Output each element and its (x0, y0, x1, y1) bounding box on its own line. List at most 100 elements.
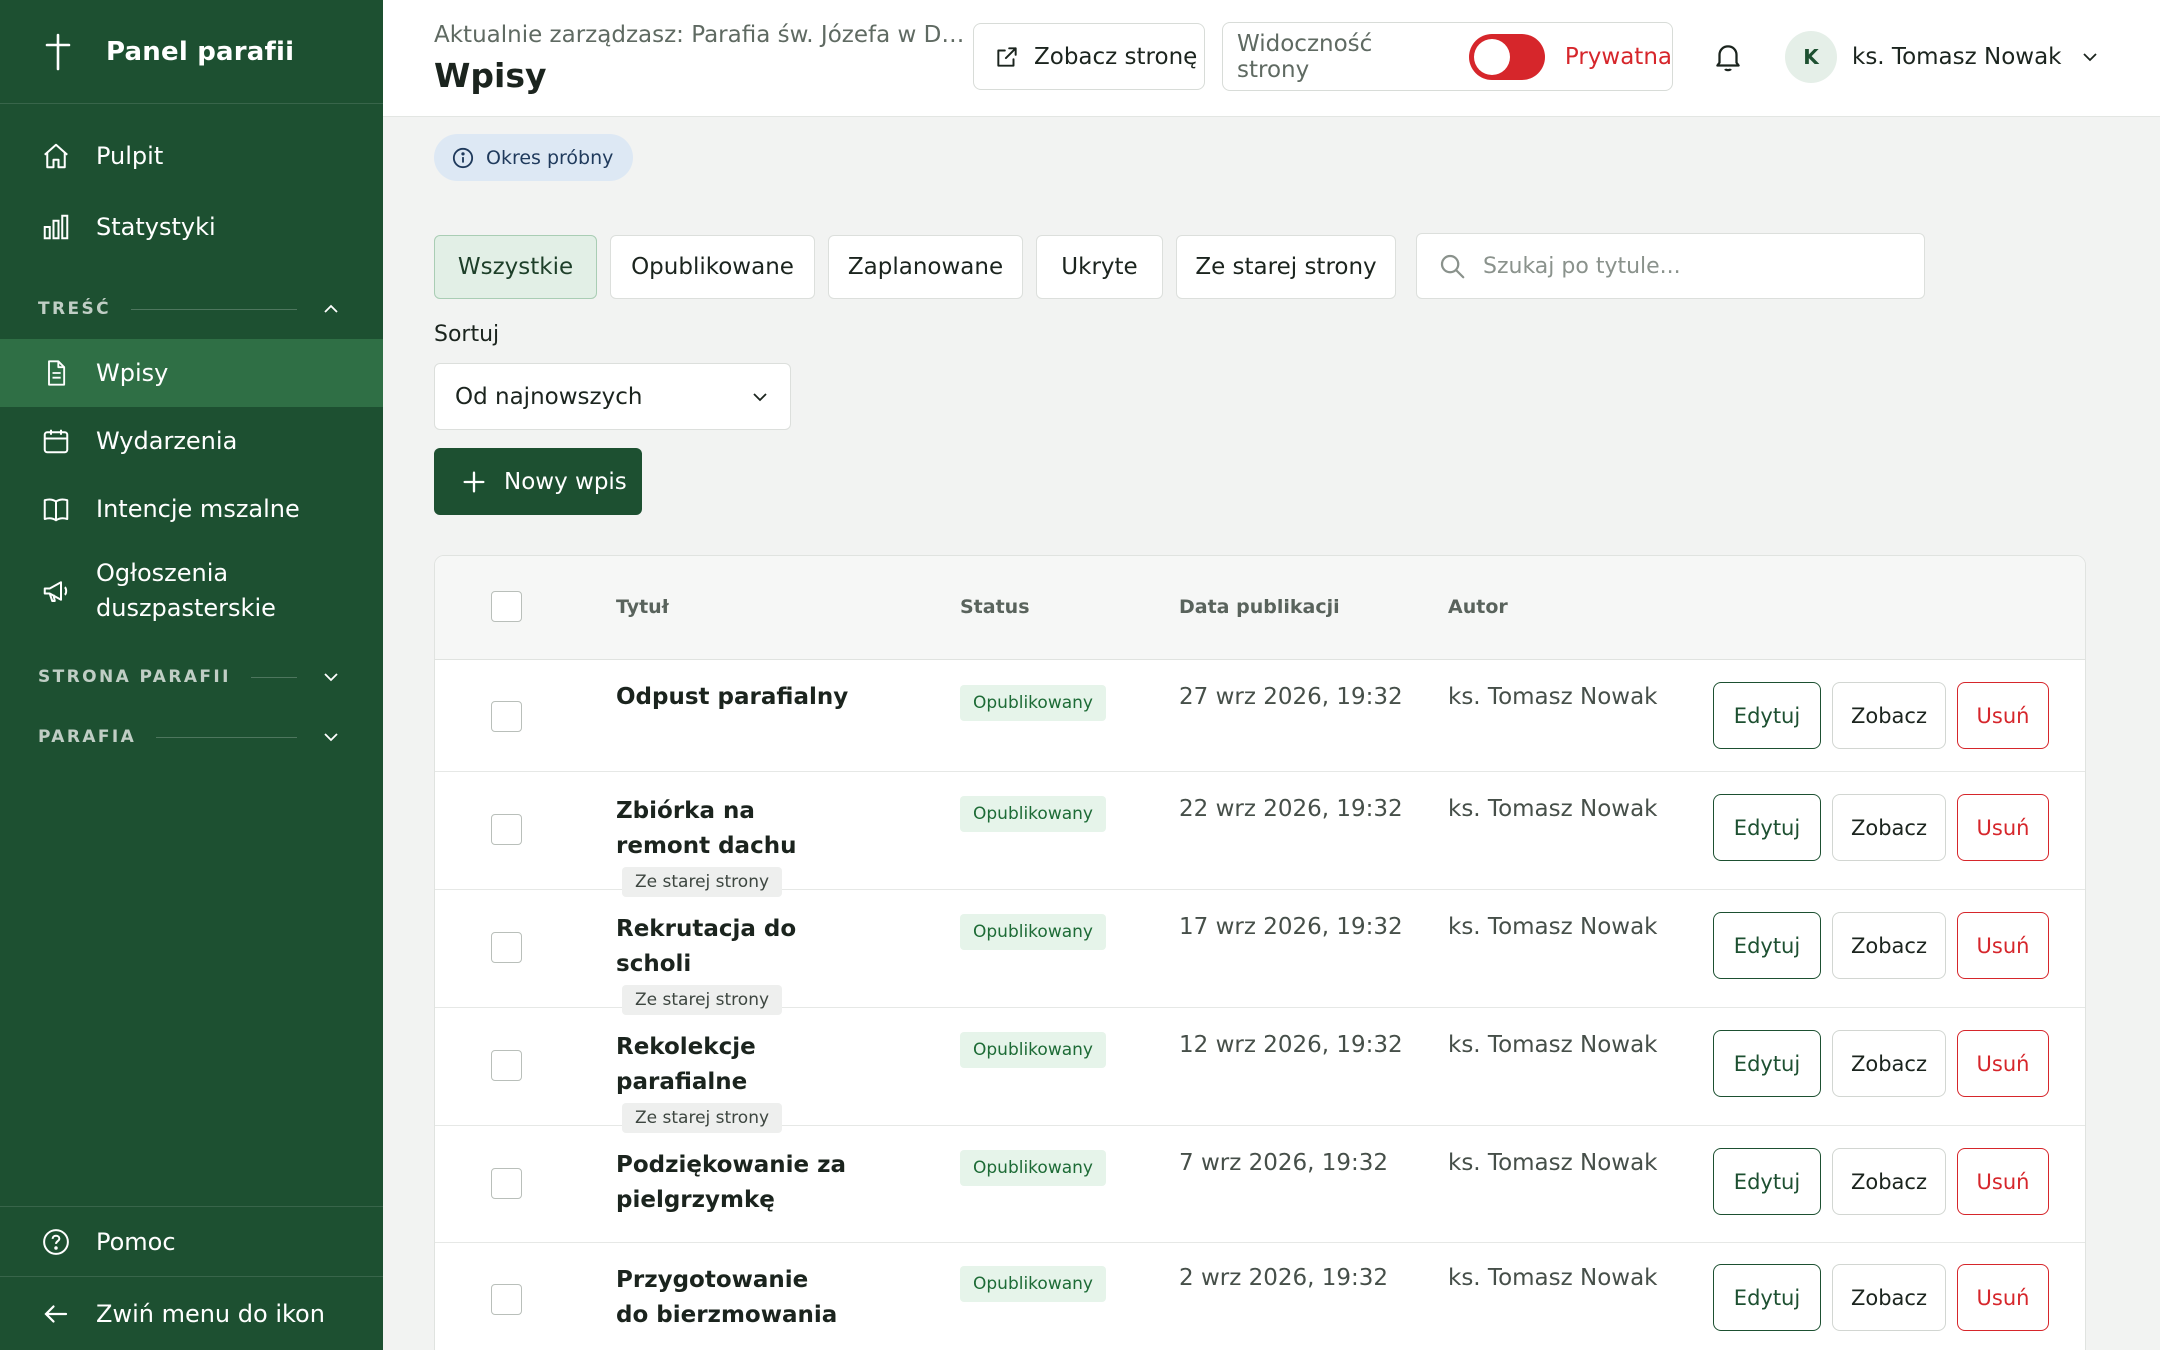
brand-title: Panel parafii (106, 36, 295, 67)
view-button[interactable]: Zobacz (1832, 682, 1946, 749)
divider (131, 308, 297, 310)
search-box (1416, 233, 1925, 299)
column-date[interactable]: Data publikacji (1179, 596, 1340, 618)
post-title[interactable]: Zbiórka na remont dachuZe starej strony (616, 794, 856, 899)
bell-icon[interactable] (1708, 37, 1748, 77)
publish-date: 22 wrz 2026, 19:32 (1179, 796, 1403, 822)
view-button[interactable]: Zobacz (1832, 794, 1946, 861)
post-author: ks. Tomasz Nowak (1448, 914, 1658, 940)
section-parish[interactable]: PARAFIA (0, 707, 383, 767)
delete-button[interactable]: Usuń (1957, 682, 2049, 749)
sidebar-item-label: Intencje mszalne (96, 495, 300, 523)
sidebar-item-label: Wydarzenia (96, 427, 238, 455)
avatar: K (1785, 31, 1837, 83)
view-button[interactable]: Zobacz (1832, 1148, 1946, 1215)
post-author: ks. Tomasz Nowak (1448, 1265, 1658, 1291)
sidebar-item-events[interactable]: Wydarzenia (0, 407, 383, 475)
edit-button[interactable]: Edytuj (1713, 1030, 1821, 1097)
sidebar-item-stats[interactable]: Statystyki (0, 193, 383, 261)
row-checkbox[interactable] (491, 814, 522, 845)
delete-button[interactable]: Usuń (1957, 794, 2049, 861)
post-author: ks. Tomasz Nowak (1448, 1150, 1658, 1176)
collapse-menu-button[interactable]: Zwiń menu do ikon (0, 1276, 383, 1350)
table-row: Odpust parafialny Opublikowany 27 wrz 20… (435, 660, 2085, 772)
visibility-toggle[interactable] (1469, 33, 1545, 80)
edit-button[interactable]: Edytuj (1713, 1264, 1821, 1331)
row-checkbox[interactable] (491, 701, 522, 732)
help-circle-icon (40, 1226, 72, 1258)
posts-table: Tytuł Status Data publikacji Autor Odpus… (434, 555, 2086, 1350)
user-menu[interactable]: K ks. Tomasz Nowak (1785, 30, 2100, 84)
filter-hidden[interactable]: Ukryte (1036, 235, 1163, 299)
search-input[interactable] (1483, 253, 1903, 279)
info-icon (452, 147, 474, 169)
delete-button[interactable]: Usuń (1957, 912, 2049, 979)
breadcrumb: Aktualnie zarządzasz: Parafia św. Józefa… (434, 22, 974, 48)
row-checkbox[interactable] (491, 932, 522, 963)
post-title-text: Rekolekcje parafialne (616, 1034, 756, 1095)
view-button[interactable]: Zobacz (1832, 912, 1946, 979)
status-badge: Opublikowany (960, 796, 1106, 832)
sidebar-item-intentions[interactable]: Intencje mszalne (0, 475, 383, 543)
status-badge: Opublikowany (960, 1150, 1106, 1186)
divider (250, 676, 297, 678)
post-title[interactable]: Rekrutacja do scholi Ze starej strony (616, 912, 876, 1017)
filter-published[interactable]: Opublikowane (610, 235, 815, 299)
post-title[interactable]: Odpust parafialny (616, 680, 876, 715)
help-link[interactable]: Pomoc (0, 1206, 383, 1276)
status-badge: Opublikowany (960, 1266, 1106, 1302)
select-all-checkbox[interactable] (491, 591, 522, 622)
publish-date: 17 wrz 2026, 19:32 (1179, 914, 1403, 940)
view-button[interactable]: Zobacz (1832, 1030, 1946, 1097)
status-badge: Opublikowany (960, 1032, 1106, 1068)
post-title[interactable]: Przygotowanie do bierzmowania (616, 1263, 846, 1333)
post-author: ks. Tomasz Nowak (1448, 796, 1658, 822)
row-checkbox[interactable] (491, 1168, 522, 1199)
section-label: STRONA PARAFII (38, 667, 231, 687)
new-post-button[interactable]: Nowy wpis (434, 448, 642, 515)
row-checkbox[interactable] (491, 1284, 522, 1315)
sidebar-item-posts[interactable]: Wpisy (0, 339, 383, 407)
collapse-label: Zwiń menu do ikon (96, 1299, 325, 1328)
arrow-left-icon (40, 1298, 72, 1330)
sidebar-item-dashboard[interactable]: Pulpit (0, 122, 383, 190)
user-name: ks. Tomasz Nowak (1852, 44, 2062, 70)
delete-button[interactable]: Usuń (1957, 1030, 2049, 1097)
edit-button[interactable]: Edytuj (1713, 682, 1821, 749)
delete-button[interactable]: Usuń (1957, 1148, 2049, 1215)
view-site-label: Zobacz stronę (1034, 43, 1198, 70)
delete-button[interactable]: Usuń (1957, 1264, 2049, 1331)
filter-all[interactable]: Wszystkie (434, 235, 597, 299)
chevron-down-icon (319, 725, 343, 749)
sidebar-item-announcements[interactable]: Ogłoszenia duszpasterskie (0, 543, 383, 639)
status-badge: Opublikowany (960, 685, 1106, 721)
view-site-button[interactable]: Zobacz stronę (973, 23, 1205, 90)
edit-button[interactable]: Edytuj (1713, 912, 1821, 979)
post-title-text: Rekrutacja do scholi (616, 916, 797, 977)
view-button[interactable]: Zobacz (1832, 1264, 1946, 1331)
table-header: Tytuł Status Data publikacji Autor (435, 556, 2085, 660)
edit-button[interactable]: Edytuj (1713, 1148, 1821, 1215)
filter-old-site[interactable]: Ze starej strony (1176, 235, 1396, 299)
post-title[interactable]: Rekolekcje parafialne Ze starej strony (616, 1030, 876, 1135)
row-checkbox[interactable] (491, 1050, 522, 1081)
column-author[interactable]: Autor (1448, 596, 1508, 618)
sidebar-item-label: Statystyki (96, 213, 216, 241)
edit-button[interactable]: Edytuj (1713, 794, 1821, 861)
sort-select[interactable]: Od najnowszych (434, 363, 791, 430)
document-icon (40, 357, 72, 389)
table-row: Przygotowanie do bierzmowania Opublikowa… (435, 1243, 2085, 1350)
sidebar-brand[interactable]: Panel parafii (0, 0, 383, 104)
table-row: Rekolekcje parafialne Ze starej strony Op… (435, 1008, 2085, 1133)
post-title[interactable]: Podziękowanie za pielgrzymkę (616, 1148, 846, 1218)
publish-date: 12 wrz 2026, 19:32 (1179, 1032, 1403, 1058)
table-row: Podziękowanie za pielgrzymkę Opublikowan… (435, 1126, 2085, 1243)
section-parish-site[interactable]: STRONA PARAFII (0, 647, 383, 707)
filter-scheduled[interactable]: Zaplanowane (828, 235, 1023, 299)
section-content[interactable]: TREŚĆ (0, 279, 383, 339)
new-post-label: Nowy wpis (504, 468, 627, 495)
post-title-text: Odpust parafialny (616, 684, 849, 710)
column-title[interactable]: Tytuł (616, 596, 669, 618)
trial-label: Okres próbny (486, 146, 614, 169)
column-status[interactable]: Status (960, 596, 1030, 618)
